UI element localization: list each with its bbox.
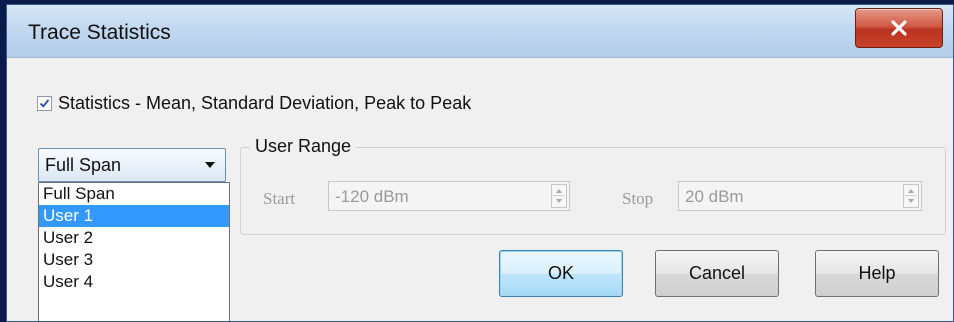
close-icon xyxy=(891,20,907,36)
trace-statistics-dialog: Trace Statistics Statistics - Mean, Stan… xyxy=(6,4,954,322)
dialog-title: Trace Statistics xyxy=(28,21,171,44)
chevron-down-icon xyxy=(205,162,215,168)
spin-up-icon xyxy=(908,189,914,193)
dropdown-option-selected[interactable]: User 1 xyxy=(39,205,229,227)
spinner-divider xyxy=(905,195,917,196)
statistics-label: Statistics - Mean, Standard Deviation, P… xyxy=(58,93,472,113)
range-combobox[interactable]: Full Span xyxy=(38,148,226,182)
dropdown-option[interactable]: User 3 xyxy=(39,249,229,271)
statistics-checkbox-row[interactable]: Statistics - Mean, Standard Deviation, P… xyxy=(37,93,471,114)
title-bar[interactable]: Trace Statistics xyxy=(7,5,953,58)
ok-button[interactable]: OK xyxy=(499,250,623,297)
cancel-button[interactable]: Cancel xyxy=(655,250,779,297)
range-dropdown-list[interactable]: Full Span User 1 User 2 User 3 User 4 xyxy=(38,182,230,321)
start-input[interactable]: -120 dBm xyxy=(328,181,570,211)
stop-spinner[interactable] xyxy=(903,184,919,208)
spin-down-icon xyxy=(556,199,562,203)
range-combobox-value: Full Span xyxy=(45,155,122,175)
user-range-title: User Range xyxy=(250,136,357,157)
dropdown-option[interactable]: User 2 xyxy=(39,227,229,249)
stop-label: Stop xyxy=(622,189,654,208)
statistics-checkbox[interactable] xyxy=(37,96,52,111)
dropdown-option[interactable]: Full Span xyxy=(39,183,229,205)
start-label: Start xyxy=(263,189,296,208)
spin-down-icon xyxy=(908,199,914,203)
start-spinner[interactable] xyxy=(551,184,567,208)
close-button[interactable] xyxy=(855,8,943,48)
start-value: -120 dBm xyxy=(335,187,409,206)
stop-value: 20 dBm xyxy=(685,187,744,206)
help-button[interactable]: Help xyxy=(815,250,939,297)
stop-input[interactable]: 20 dBm xyxy=(678,181,922,211)
spin-up-icon xyxy=(556,189,562,193)
checkmark-icon xyxy=(39,99,50,108)
dropdown-option[interactable]: User 4 xyxy=(39,271,229,293)
spinner-divider xyxy=(553,195,565,196)
